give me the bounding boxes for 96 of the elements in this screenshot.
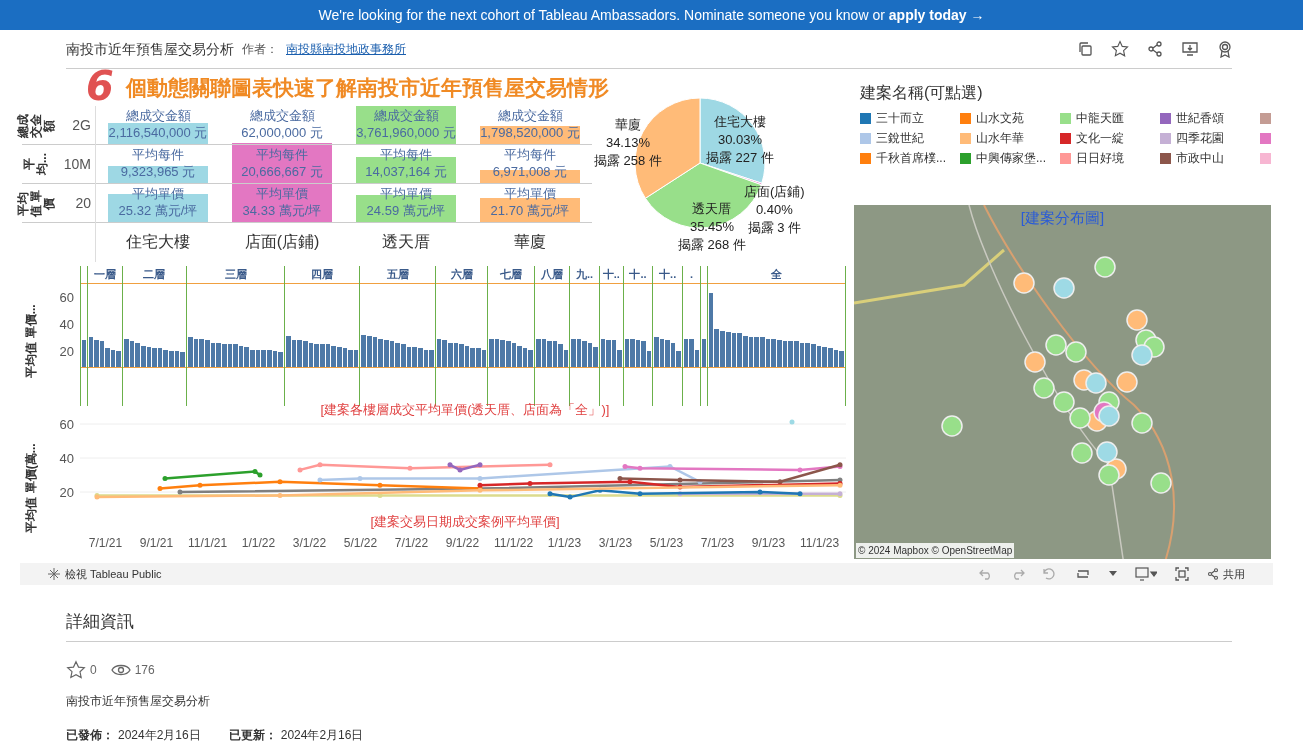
metric-label: 平均每件 <box>256 147 308 163</box>
axis-tick: 20 <box>74 193 92 213</box>
axis-title: 平均值 單價(萬... <box>23 443 39 533</box>
metric-value: 9,323,965 元 <box>120 163 196 181</box>
axis-tick: 5/1/22 <box>342 534 379 552</box>
metric-value: 21.70 萬元/坪 <box>490 202 570 220</box>
axis-tick: 5/1/23 <box>648 534 685 552</box>
axis-tick: 9/1/21 <box>138 534 175 552</box>
published-date: 2024年2月16日 <box>118 726 201 744</box>
metric-label: 總成交金額 <box>125 108 191 124</box>
panel-header: 八層 <box>541 267 564 283</box>
axis-tick: 9/1/22 <box>444 534 481 552</box>
panel-header: 六層 <box>450 267 473 283</box>
axis-tick: 1/1/22 <box>240 534 277 552</box>
chart-title: [建案交易日期成交案例平均單價] <box>369 513 561 531</box>
panel-header: 二層 <box>143 267 166 283</box>
metric-value: 3,761,960,000 元 <box>356 124 456 142</box>
updated-date: 2024年2月16日 <box>280 726 364 744</box>
metric-value: 1,798,520,000 元 <box>480 124 580 142</box>
axis-tick: 60 <box>59 418 74 431</box>
column-header: 店面(店鋪) <box>243 232 321 252</box>
axis-tick: 7/1/21 <box>87 534 124 552</box>
column-header: 華廈 <box>513 232 547 252</box>
legend-title: 建案名稱(可點選) <box>860 83 984 103</box>
column-header: 住宅大樓 <box>125 232 191 252</box>
panel-header: 十.. <box>659 267 677 283</box>
axis-title: 平均值 單價... <box>23 304 39 378</box>
published-label: 已發佈： <box>66 726 114 744</box>
chart-title: [建案各樓層成交平均單價(透天厝、店面為「全」)] <box>319 401 611 419</box>
axis-tick: 11/1/23 <box>798 534 841 552</box>
metric-value: 20,666,667 元 <box>241 163 323 181</box>
slice-count: 揭露 227 件 <box>706 149 774 167</box>
row-header: 平均值 單價 <box>16 189 56 217</box>
author-label: 作者： <box>242 41 278 58</box>
metric-label: 總成交金額 <box>249 108 315 124</box>
view-count: 176 <box>134 661 155 679</box>
axis-tick: 11/1/22 <box>492 534 535 552</box>
metric-label: 平均每件 <box>132 147 184 163</box>
axis-tick: 11/1/21 <box>186 534 229 552</box>
slice-percent: 35.45% <box>688 218 735 236</box>
metric-label: 平均單價 <box>132 186 184 202</box>
slice-label: 透天厝 <box>691 200 733 218</box>
banner-text: We're looking for the next cohort of Tableau Ambassadors. Nominate someone you know or <box>318 5 885 25</box>
axis-tick: 10M <box>62 154 92 174</box>
panel-header: 十.. <box>602 267 620 283</box>
axis-tick: 40 <box>59 452 74 465</box>
headline-number: 6 <box>86 69 114 103</box>
axis-tick: 60 <box>59 290 74 304</box>
axis-tick: 20 <box>59 344 74 358</box>
viz-title: 南投市近年預售屋交易分析 <box>66 39 234 59</box>
metric-value: 24.59 萬元/坪 <box>366 202 446 220</box>
metric-value: 2,116,540,000 元 <box>108 124 208 142</box>
slice-count: 揭露 268 件 <box>678 236 746 254</box>
section-heading: 詳細資訊 <box>66 609 1232 642</box>
metric-label: 平均每件 <box>504 147 556 163</box>
slice-label: 華廈 <box>613 116 642 134</box>
row-header: 平均... <box>23 152 49 177</box>
axis-tick: 1/1/23 <box>546 534 583 552</box>
panel-header: 四層 <box>311 267 334 283</box>
slice-percent: 30.03% <box>716 131 763 149</box>
description: 南投市近年預售屋交易分析 <box>66 692 211 710</box>
axis-tick: 40 <box>59 317 74 331</box>
metric-value: 34.33 萬元/坪 <box>242 202 322 220</box>
panel-header: 三層 <box>224 267 247 283</box>
panel-header: 十.. <box>629 267 647 283</box>
headline: 個動態關聯圖表快速了解南投市近年預售屋交易情形 <box>125 75 609 101</box>
axis-tick: 3/1/22 <box>291 534 328 552</box>
panel-header: 九.. <box>576 267 594 283</box>
axis-tick: 2G <box>71 115 92 135</box>
map-title: [建案分布圖] <box>1019 208 1106 228</box>
panel-header: 五層 <box>386 267 409 283</box>
slice-percent: 0.40% <box>754 201 794 219</box>
column-header: 透天厝 <box>381 232 431 252</box>
panel-header: 全 <box>770 267 782 283</box>
metric-value: 14,037,164 元 <box>365 163 447 181</box>
axis-tick: 3/1/23 <box>597 534 634 552</box>
slice-label: 店面(店鋪) <box>744 183 805 201</box>
favorite-count: 0 <box>90 661 97 679</box>
map-attribution: © 2024 Mapbox © OpenStreetMap <box>856 543 1015 558</box>
axis-tick: 20 <box>59 486 74 499</box>
slice-label: 住宅大樓 <box>712 113 767 131</box>
axis-tick: 7/1/22 <box>393 534 430 552</box>
panel-header: . <box>690 267 694 283</box>
panel-header: 七層 <box>500 267 523 283</box>
panel-header: 一層 <box>93 267 116 283</box>
axis-tick: 9/1/23 <box>750 534 787 552</box>
metric-value: 25.32 萬元/坪 <box>118 202 198 220</box>
metric-label: 平均單價 <box>504 186 556 202</box>
metric-label: 總成交金額 <box>373 108 439 124</box>
updated-label: 已更新： <box>228 726 277 744</box>
row-header: 總成交金額 <box>16 112 56 139</box>
axis-tick: 7/1/23 <box>699 534 736 552</box>
metric-value: 62,000,000 元 <box>241 124 323 142</box>
metric-label: 平均單價 <box>256 186 308 202</box>
metric-label: 總成交金額 <box>497 108 563 124</box>
slice-count: 揭露 3 件 <box>746 219 803 237</box>
